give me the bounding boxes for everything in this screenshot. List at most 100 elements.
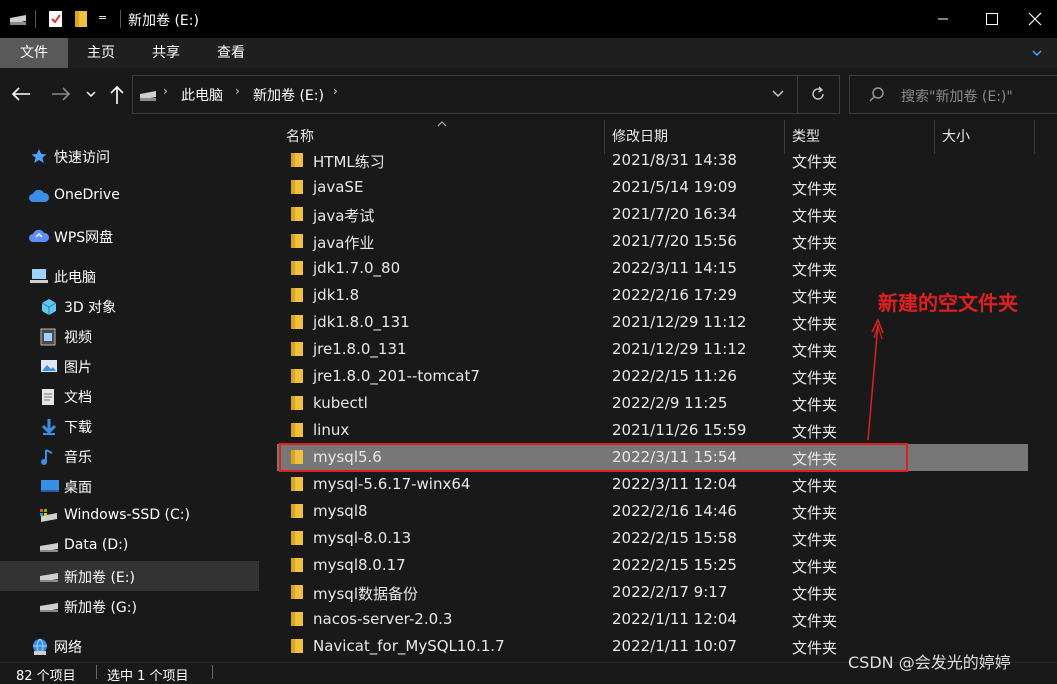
nav-item-downloads[interactable]: 下载 — [0, 411, 259, 441]
tab-home[interactable]: 主页 — [68, 38, 134, 68]
folder-icon — [290, 260, 304, 276]
file-row[interactable]: java考试 2021/7/20 16:34 文件夹 — [277, 201, 1028, 228]
breadcrumb-this-pc[interactable]: 此电脑 — [181, 85, 223, 105]
file-row[interactable]: javaSE 2021/5/14 19:09 文件夹 — [277, 174, 1028, 201]
column-header-type[interactable]: 类型 — [792, 126, 820, 146]
nav-item-quick-access[interactable]: 快速访问 — [0, 141, 259, 171]
window-title: 新加卷 (E:) — [128, 13, 199, 29]
nav-item-music[interactable]: 音乐 — [0, 441, 259, 471]
file-type: 文件夹 — [792, 180, 838, 198]
cloud-icon — [28, 188, 50, 204]
file-name: mysql-5.6.17-winx64 — [313, 475, 471, 493]
nav-item-network[interactable]: 网络 — [0, 631, 259, 661]
breadcrumb-separator-icon[interactable]: › — [163, 84, 168, 98]
column-header-date[interactable]: 修改日期 — [612, 126, 668, 146]
document-icon — [40, 388, 58, 405]
nav-item-drive-e[interactable]: 新加卷 (E:) — [0, 561, 259, 591]
file-row[interactable]: jdk1.7.0_80 2022/3/11 14:15 文件夹 — [277, 255, 1028, 282]
new-folder-icon[interactable] — [74, 10, 88, 28]
column-header-size[interactable]: 大小 — [942, 126, 970, 146]
file-type: 文件夹 — [792, 261, 838, 279]
nav-item-videos[interactable]: 视频 — [0, 321, 259, 351]
file-row[interactable]: nacos-server-2.0.3 2022/1/11 12:04 文件夹 — [277, 606, 1028, 633]
file-date: 2021/12/29 11:12 — [612, 340, 747, 358]
tab-view[interactable]: 查看 — [198, 38, 264, 68]
maximize-button[interactable] — [968, 0, 1014, 38]
file-row[interactable]: jre1.8.0_201--tomcat7 2022/2/15 11:26 文件夹 — [277, 363, 1028, 390]
tab-share[interactable]: 共享 — [134, 38, 198, 68]
close-button[interactable] — [1014, 0, 1057, 38]
file-name: HTML练习 — [313, 153, 385, 171]
nav-item-wps-cloud[interactable]: WPS网盘 — [0, 221, 259, 251]
file-date: 2022/2/17 9:17 — [612, 583, 728, 601]
file-row[interactable]: mysql8.0.17 2022/2/15 15:25 文件夹 — [277, 552, 1028, 579]
file-row[interactable]: HTML练习 2021/8/31 14:38 文件夹 — [277, 147, 1028, 174]
nav-item-onedrive[interactable]: OneDrive — [0, 181, 259, 211]
forward-button[interactable] — [50, 84, 72, 104]
qat-dropdown[interactable]: = — [98, 11, 107, 24]
nav-item-drive-g[interactable]: 新加卷 (G:) — [0, 591, 259, 621]
cube-icon — [40, 298, 58, 315]
drive-icon — [8, 12, 28, 26]
breadcrumb-separator-icon[interactable]: › — [235, 84, 240, 98]
nav-item-label: 快速访问 — [54, 150, 110, 166]
file-date: 2022/3/11 12:04 — [612, 475, 737, 493]
file-date: 2022/2/9 11:25 — [612, 394, 728, 412]
file-row[interactable]: mysql数据备份 2022/2/17 9:17 文件夹 — [277, 579, 1028, 606]
nav-item-documents[interactable]: 文档 — [0, 381, 259, 411]
column-header-name[interactable]: 名称 — [286, 126, 314, 146]
file-name: mysql8 — [313, 502, 368, 520]
nav-item-drive-c[interactable]: Windows-SSD (C:) — [0, 501, 259, 531]
nav-item-drive-d[interactable]: Data (D:) — [0, 531, 259, 561]
address-history-chevron-icon[interactable] — [771, 88, 785, 100]
properties-icon[interactable] — [48, 10, 64, 28]
search-field[interactable]: 搜索"新加卷 (E:)" — [849, 75, 1057, 114]
file-row[interactable]: mysql-8.0.13 2022/2/15 15:58 文件夹 — [277, 525, 1028, 552]
folder-icon — [290, 611, 304, 627]
up-button[interactable] — [108, 84, 126, 106]
nav-item-label: Data (D:) — [64, 537, 129, 553]
file-date: 2021/11/26 15:59 — [612, 421, 747, 439]
folder-icon — [290, 341, 304, 357]
file-date: 2022/2/15 15:25 — [612, 556, 737, 574]
drive-system-icon — [38, 508, 57, 524]
file-row[interactable]: mysql8 2022/2/16 14:46 文件夹 — [277, 498, 1028, 525]
file-name: javaSE — [313, 178, 364, 196]
nav-item-this-pc[interactable]: 此电脑 — [0, 261, 259, 291]
folder-icon — [290, 638, 304, 654]
file-row[interactable]: java作业 2021/7/20 15:56 文件夹 — [277, 228, 1028, 255]
navigation-pane: 快速访问 OneDrive WPS网盘 此电脑 3D 对象 视频 图片 文档 下… — [0, 120, 262, 662]
status-divider — [212, 665, 213, 679]
back-button[interactable] — [10, 84, 32, 104]
download-icon — [40, 418, 58, 435]
refresh-icon[interactable] — [809, 85, 827, 103]
file-row[interactable]: linux 2021/11/26 15:59 文件夹 — [277, 417, 1028, 444]
nav-item-label: 图片 — [64, 360, 92, 376]
address-field[interactable]: › 此电脑 › 新加卷 (E:) › — [132, 75, 840, 114]
file-name: java作业 — [313, 234, 375, 252]
ribbon-expand-icon[interactable] — [1030, 46, 1044, 60]
file-type: 文件夹 — [792, 612, 838, 630]
nav-item-label: WPS网盘 — [54, 230, 114, 246]
file-row[interactable]: jre1.8.0_131 2021/12/29 11:12 文件夹 — [277, 336, 1028, 363]
breadcrumb-drive-e[interactable]: 新加卷 (E:) — [253, 85, 324, 105]
minimize-button[interactable] — [920, 0, 966, 38]
file-date: 2021/12/29 11:12 — [612, 313, 747, 331]
file-row[interactable]: mysql-5.6.17-winx64 2022/3/11 12:04 文件夹 — [277, 471, 1028, 498]
breadcrumb-separator-icon[interactable]: › — [333, 84, 338, 98]
folder-icon — [290, 368, 304, 384]
recent-locations-chevron-icon[interactable] — [84, 88, 98, 100]
folder-icon — [290, 395, 304, 411]
file-row[interactable]: kubectl 2022/2/9 11:25 文件夹 — [277, 390, 1028, 417]
nav-item-pictures[interactable]: 图片 — [0, 351, 259, 381]
nav-item-desktop[interactable]: 桌面 — [0, 471, 259, 501]
search-icon — [868, 86, 886, 104]
file-type: 文件夹 — [792, 288, 838, 306]
star-icon — [30, 148, 48, 164]
nav-item-3d-objects[interactable]: 3D 对象 — [0, 291, 259, 321]
tab-file[interactable]: 文件 — [0, 38, 68, 68]
file-type: 文件夹 — [792, 369, 838, 387]
folder-icon — [290, 422, 304, 438]
file-rows: HTML练习 2021/8/31 14:38 文件夹 javaSE 2021/5/14 … — [262, 147, 1057, 662]
address-toolbar: › 此电脑 › 新加卷 (E:) › 搜索"新加卷 (E:)" — [0, 68, 1057, 120]
